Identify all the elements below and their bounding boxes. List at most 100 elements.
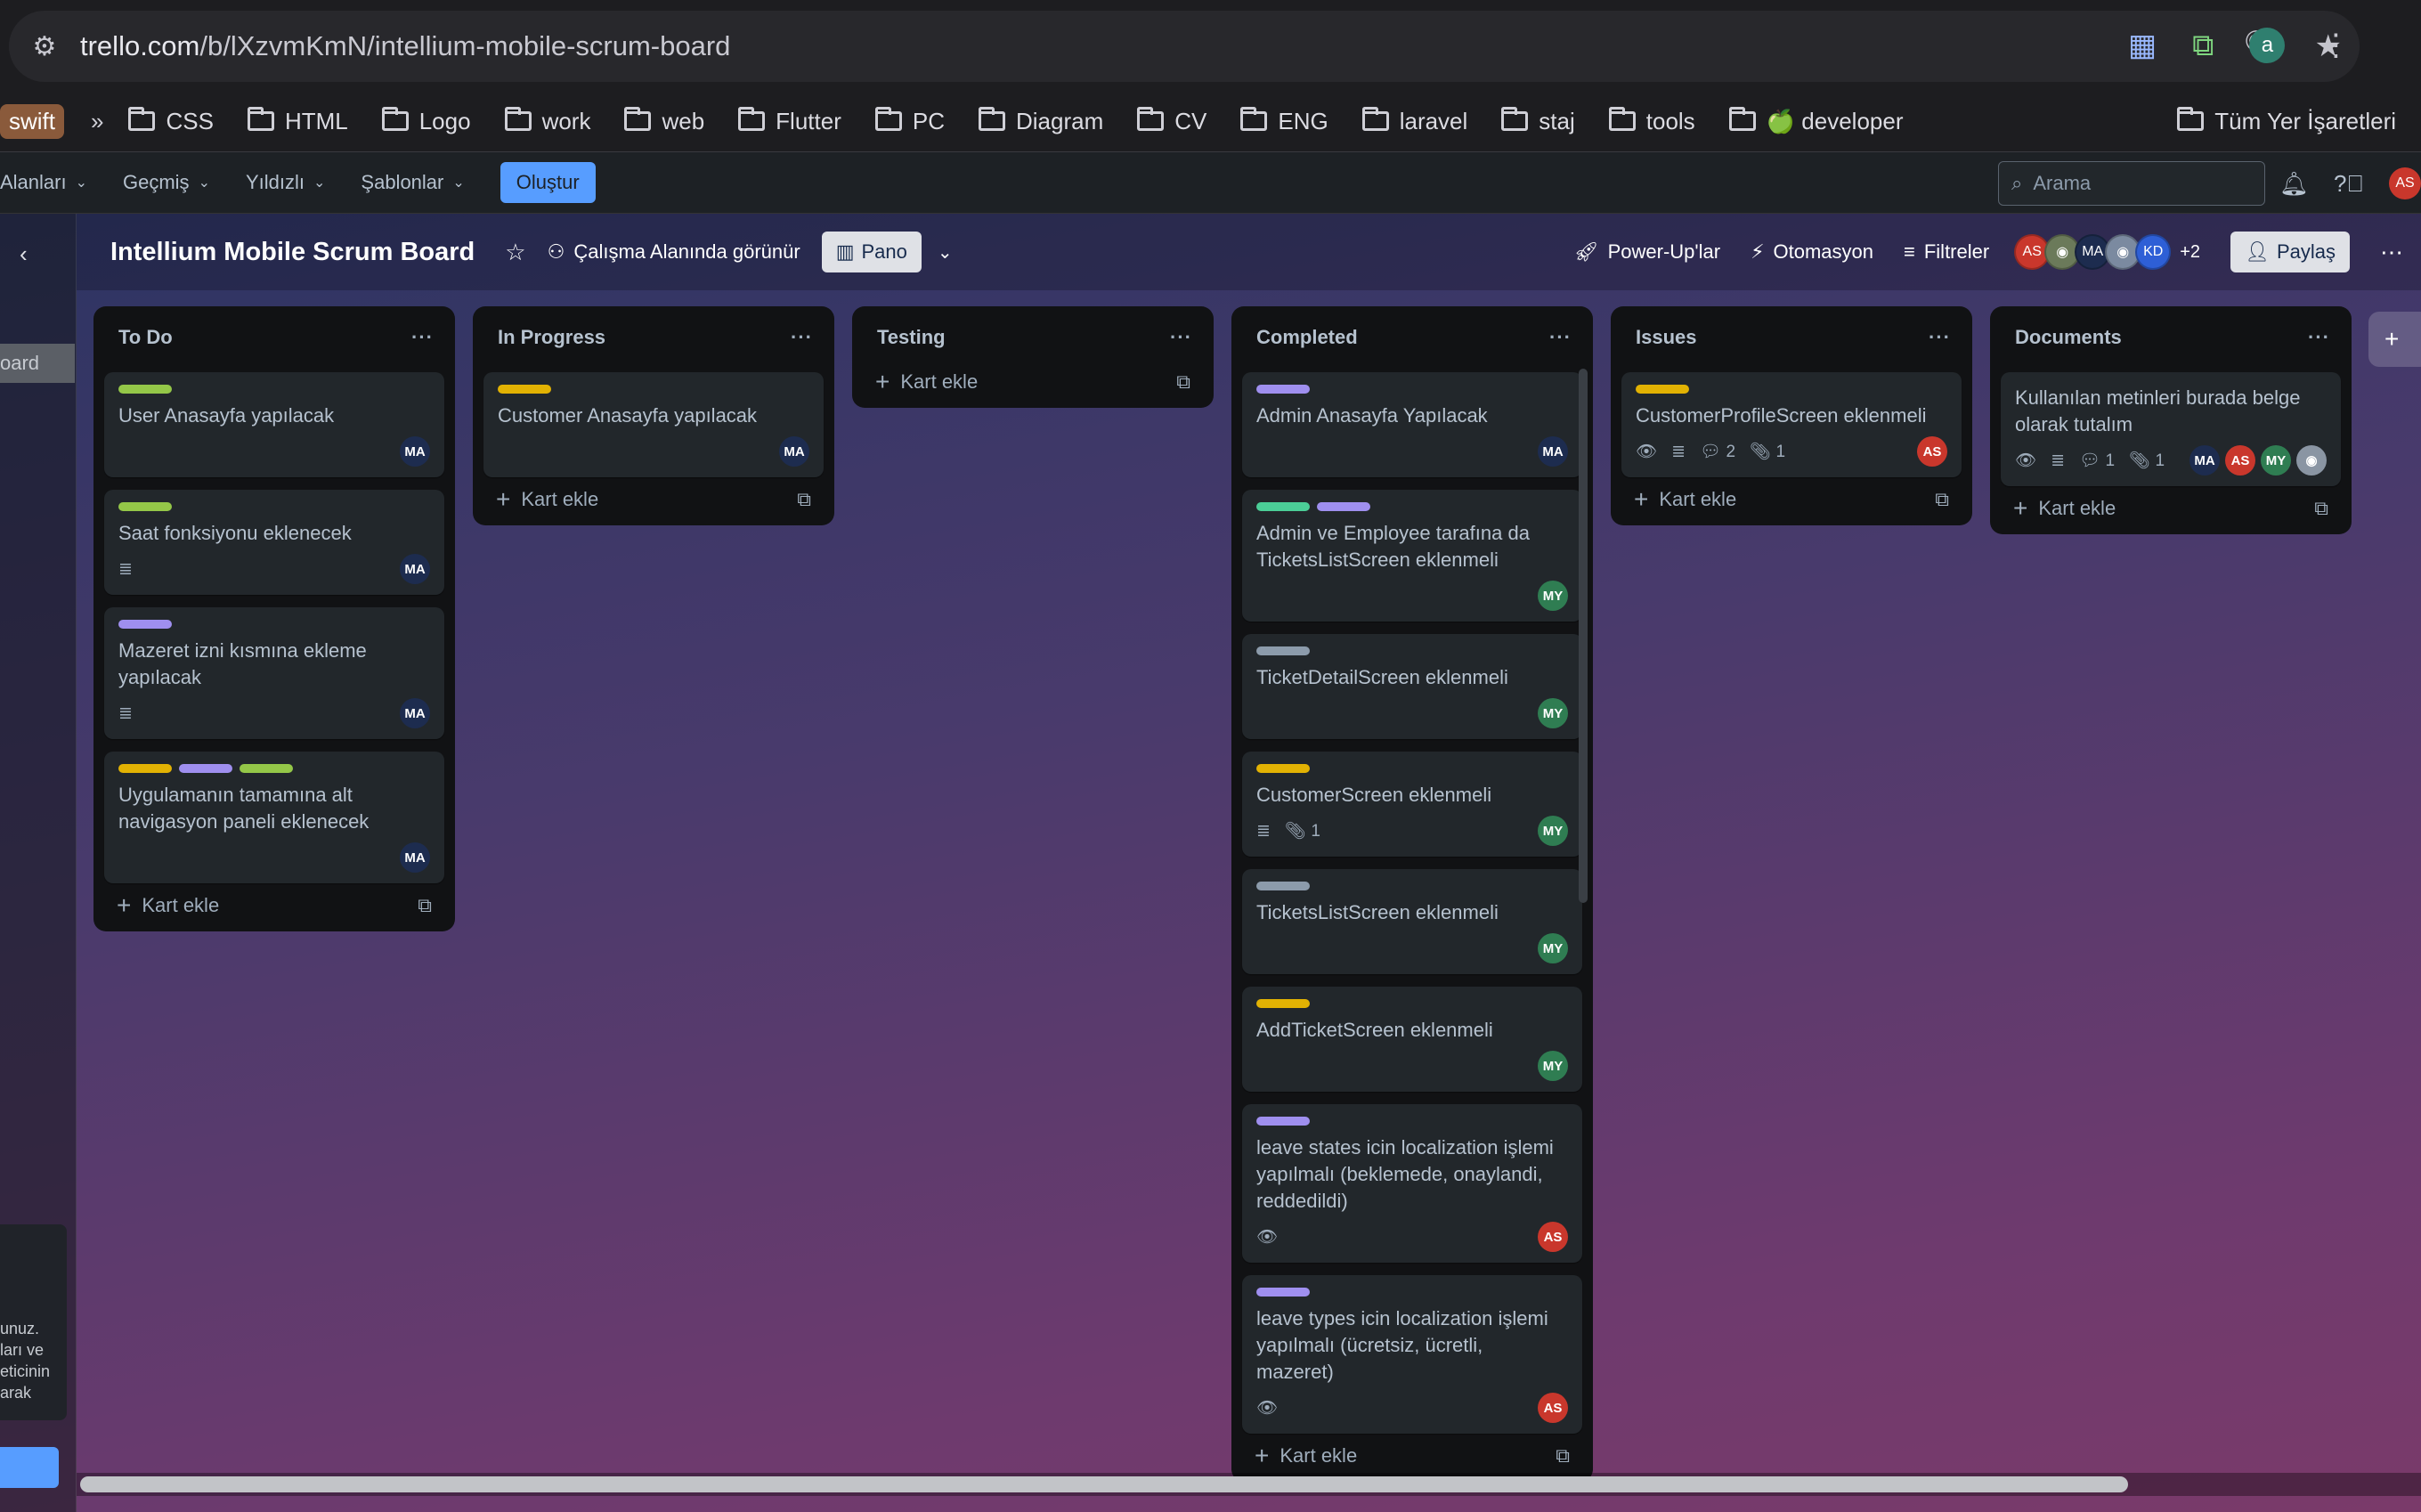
card[interactable]: leave types icin localization işlemi yap…	[1242, 1275, 1582, 1434]
card[interactable]: CustomerProfileScreen eklenmeli 👁︎ ≣ 💬︎ 2 📎︎…	[1621, 372, 1962, 477]
member-avatar[interactable]: AS	[2225, 445, 2255, 476]
list-menu-icon[interactable]: ···	[1170, 326, 1192, 349]
card[interactable]: CustomerScreen eklenmeli ≣ 📎︎ 1 MY	[1242, 752, 1582, 857]
member-avatar[interactable]: KD	[2135, 234, 2172, 270]
star-board-icon[interactable]: ☆	[505, 239, 525, 266]
list-title[interactable]: Documents	[2015, 326, 2122, 349]
list-header[interactable]: To Do ···	[104, 315, 444, 360]
board-title[interactable]: Intellium Mobile Scrum Board	[110, 238, 475, 267]
member-avatar[interactable]: MY	[1538, 816, 1568, 846]
bookmark-folder[interactable]: laravel	[1361, 107, 1467, 135]
tab-search-icon[interactable]: ▦	[2128, 28, 2157, 63]
add-card-button[interactable]: + Kart ekle ⧉	[863, 360, 1203, 395]
list-header[interactable]: Issues ···	[1621, 315, 1962, 360]
bookmark-folder[interactable]: web	[624, 107, 704, 135]
list-title[interactable]: Testing	[877, 326, 946, 349]
label-yellow[interactable]	[118, 764, 172, 773]
member-avatar[interactable]: AS	[1538, 1222, 1568, 1252]
card[interactable]: Admin Anasayfa Yapılacak MA	[1242, 372, 1582, 477]
label-teal[interactable]	[1256, 502, 1310, 511]
bookmark-folder[interactable]: CV	[1137, 107, 1206, 135]
board-members[interactable]: AS ◉ MA ◉ KD +2	[2014, 234, 2200, 270]
label-purple[interactable]	[1256, 1117, 1310, 1126]
list-menu-icon[interactable]: ···	[791, 326, 813, 349]
list-menu-icon[interactable]: ···	[1549, 326, 1572, 349]
member-avatar[interactable]: MA	[2189, 445, 2220, 476]
add-card-button[interactable]: + Kart ekle ⧉	[483, 477, 824, 513]
member-avatar[interactable]: MY	[2261, 445, 2291, 476]
label-yellow[interactable]	[1256, 764, 1310, 773]
nav-dropdown[interactable]: Geçmiş ⌄	[123, 171, 210, 194]
filters-button[interactable]: ≡ Filtreler	[1904, 240, 1989, 264]
horizontal-scrollbar[interactable]	[80, 1476, 2128, 1492]
member-avatar[interactable]: MA	[400, 842, 430, 873]
member-avatar[interactable]: MA	[400, 554, 430, 584]
card-template-icon[interactable]: ⧉	[1935, 488, 1949, 511]
bookmark-folder[interactable]: work	[504, 107, 590, 135]
card-template-icon[interactable]: ⧉	[797, 488, 811, 511]
list-header[interactable]: Completed ···	[1242, 315, 1582, 360]
card[interactable]: Customer Anasayfa yapılacak MA	[483, 372, 824, 477]
add-card-button[interactable]: + Kart ekle ⧉	[2001, 486, 2341, 522]
bookmark-folder[interactable]: PC	[874, 107, 945, 135]
member-avatar[interactable]: MA	[400, 436, 430, 467]
create-button[interactable]: Oluştur	[500, 162, 596, 203]
add-list-button[interactable]: +	[2368, 312, 2421, 367]
list-menu-icon[interactable]: ···	[1929, 326, 1951, 349]
nav-dropdown[interactable]: Alanları ⌄	[0, 171, 87, 194]
label-yellow[interactable]	[1636, 385, 1689, 394]
card[interactable]: Mazeret izni kısmına ekleme yapılacak ≣ MA	[104, 607, 444, 739]
member-avatar[interactable]: MY	[1538, 581, 1568, 611]
nav-dropdown[interactable]: Yıldızlı ⌄	[246, 171, 325, 194]
notifications-icon[interactable]: 🔔︎	[2279, 170, 2309, 198]
label-green[interactable]	[240, 764, 293, 773]
card[interactable]: TicketDetailScreen eklenmeli MY	[1242, 634, 1582, 739]
sidebar-promo-button[interactable]	[0, 1447, 59, 1488]
label-gray[interactable]	[1256, 882, 1310, 890]
card[interactable]: AddTicketScreen eklenmeli MY	[1242, 987, 1582, 1092]
add-card-button[interactable]: + Kart ekle ⧉	[104, 883, 444, 919]
bookmark-folder[interactable]: staj	[1501, 107, 1575, 135]
url-text[interactable]: trello.com/b/lXzvmKmN/intellium-mobile-s…	[80, 30, 730, 62]
label-purple[interactable]	[1317, 502, 1370, 511]
label-yellow[interactable]	[1256, 999, 1310, 1008]
list-menu-icon[interactable]: ···	[2308, 326, 2330, 349]
bookmark-folder[interactable]: ENG	[1240, 107, 1328, 135]
account-avatar[interactable]: AS	[2388, 167, 2421, 199]
add-card-button[interactable]: + Kart ekle ⧉	[1621, 477, 1962, 513]
member-avatar[interactable]: MY	[1538, 1051, 1568, 1081]
bookmark-folder[interactable]: HTML	[247, 107, 348, 135]
list-scrollbar[interactable]	[1579, 369, 1588, 903]
card-template-icon[interactable]: ⧉	[2314, 497, 2328, 520]
card[interactable]: Uygulamanın tamamına alt navigasyon pane…	[104, 752, 444, 883]
list-header[interactable]: Documents ···	[2001, 315, 2341, 360]
help-icon[interactable]: ?⃝	[2334, 170, 2364, 198]
member-avatar[interactable]: MY	[1538, 933, 1568, 963]
member-avatar[interactable]: MA	[779, 436, 809, 467]
powerups-button[interactable]: 🚀︎ Power-Up'lar	[1574, 240, 1720, 264]
member-avatar[interactable]: ◉	[2296, 445, 2327, 476]
member-avatar[interactable]: AS	[1917, 436, 1947, 467]
label-green[interactable]	[118, 502, 172, 511]
card[interactable]: TicketsListScreen eklenmeli MY	[1242, 869, 1582, 974]
card-template-icon[interactable]: ⧉	[1176, 370, 1190, 394]
card[interactable]: Kullanılan metinleri burada belge olarak…	[2001, 372, 2341, 486]
member-avatar[interactable]: AS	[1538, 1393, 1568, 1423]
view-switcher[interactable]: ▥ Pano	[821, 232, 922, 272]
label-yellow[interactable]	[498, 385, 551, 394]
card[interactable]: User Anasayfa yapılacak MA	[104, 372, 444, 477]
bookmark-folder[interactable]: 🍏 developer	[1728, 107, 1903, 135]
card[interactable]: leave states icin localization işlemi ya…	[1242, 1104, 1582, 1263]
extra-members-count[interactable]: +2	[2180, 242, 2200, 263]
view-dropdown-icon[interactable]: ⌄	[938, 241, 953, 264]
search-input[interactable]: ⌕ Arama	[1998, 161, 2265, 206]
bookmarks-overflow-icon[interactable]: »	[91, 108, 103, 135]
list-header[interactable]: In Progress ···	[483, 315, 824, 360]
list-title[interactable]: In Progress	[498, 326, 605, 349]
board-menu-icon[interactable]: ⋯	[2380, 239, 2403, 266]
list-title[interactable]: Completed	[1256, 326, 1358, 349]
label-green[interactable]	[118, 385, 172, 394]
list-menu-icon[interactable]: ···	[411, 326, 434, 349]
profile-avatar[interactable]: a	[2249, 28, 2286, 63]
member-avatar[interactable]: MY	[1538, 698, 1568, 728]
